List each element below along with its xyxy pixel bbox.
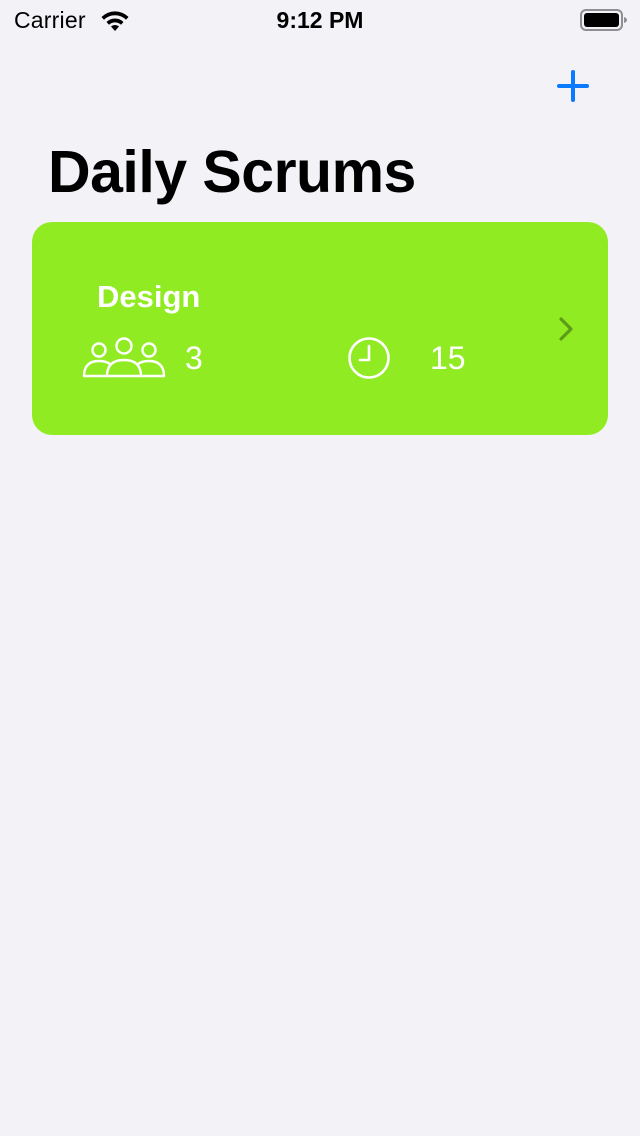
add-scrum-button[interactable] — [553, 66, 593, 106]
battery-icon — [580, 9, 627, 31]
people-icon — [82, 337, 166, 378]
clock-icon — [348, 337, 390, 379]
meeting-length: 15 — [430, 340, 466, 376]
chevron-right-icon — [559, 317, 573, 341]
attendee-count: 3 — [185, 340, 203, 376]
scrum-title: Design — [97, 279, 201, 314]
plus-icon — [557, 70, 589, 102]
status-bar: Carrier 9:12 PM — [0, 0, 640, 40]
scrum-card-design[interactable]: Design 3 15 — [32, 222, 608, 435]
clock-time: 9:12 PM — [276, 7, 364, 33]
page-title: Daily Scrums — [48, 139, 416, 205]
